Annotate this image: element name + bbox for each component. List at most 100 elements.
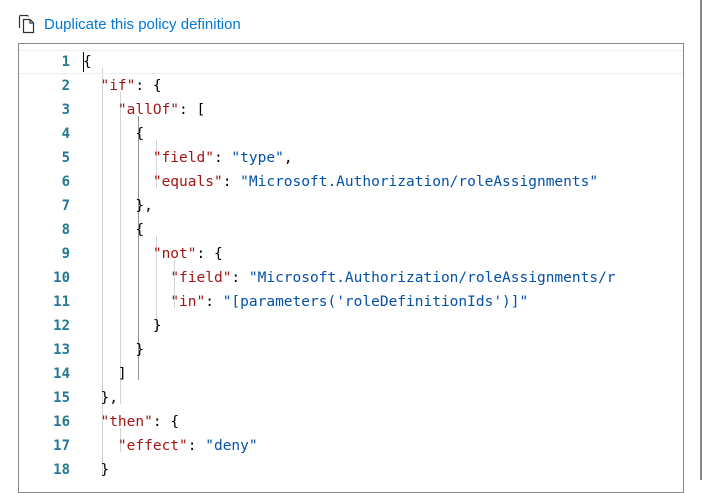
duplicate-policy-button[interactable]: Duplicate this policy definition xyxy=(18,10,241,38)
json-punctuation: }, xyxy=(135,198,153,214)
line-number: 18 xyxy=(53,462,70,478)
json-key: "in" xyxy=(170,294,206,310)
line-number: 13 xyxy=(53,342,70,358)
line-number: 2 xyxy=(61,78,70,94)
json-key: "field" xyxy=(170,270,232,286)
duplicate-policy-label: Duplicate this policy definition xyxy=(44,15,241,33)
code-line[interactable]: 13 } xyxy=(19,338,683,362)
code-text: "if": { xyxy=(83,74,162,98)
code-line[interactable]: 11 "in": "[parameters('roleDefinitionIds… xyxy=(19,290,683,314)
json-key: "if" xyxy=(100,78,136,94)
json-code-editor[interactable]: 1{2 "if": {3 "allOf": [4 {5 "field": "ty… xyxy=(18,43,684,493)
json-string: "deny" xyxy=(205,438,258,454)
code-text: "allOf": [ xyxy=(83,98,205,122)
json-punctuation: : { xyxy=(196,246,223,262)
line-number: 1 xyxy=(61,54,70,70)
code-line[interactable]: 1{ xyxy=(19,50,683,74)
code-text: "not": { xyxy=(83,242,223,266)
json-punctuation: { xyxy=(83,54,92,70)
code-line[interactable]: 4 { xyxy=(19,122,683,146)
json-punctuation: } xyxy=(152,318,162,334)
line-number: 15 xyxy=(53,390,70,406)
json-punctuation: { xyxy=(135,126,145,142)
code-line[interactable]: 10 "field": "Microsoft.Authorization/rol… xyxy=(19,266,683,290)
code-line[interactable]: 7 }, xyxy=(19,194,683,218)
text-cursor xyxy=(83,52,84,72)
line-number: 17 xyxy=(53,438,70,454)
code-line[interactable]: 9 "not": { xyxy=(19,242,683,266)
line-number: 11 xyxy=(53,294,70,310)
code-line[interactable]: 16 "then": { xyxy=(19,410,683,434)
code-line[interactable]: 5 "field": "type", xyxy=(19,146,683,170)
json-punctuation: : xyxy=(205,294,223,310)
code-line[interactable]: 14 ] xyxy=(19,362,683,386)
json-key: "allOf" xyxy=(117,102,180,118)
code-text: }, xyxy=(83,194,153,218)
json-string: "Microsoft.Authorization/roleAssignments… xyxy=(248,270,616,286)
json-string: "[parameters('roleDefinitionIds')]" xyxy=(222,294,529,310)
code-text: { xyxy=(83,122,144,146)
code-line[interactable]: 2 "if": { xyxy=(19,74,683,98)
json-punctuation: : xyxy=(213,150,232,166)
json-punctuation: , xyxy=(283,150,293,166)
line-number: 9 xyxy=(61,246,70,262)
line-number: 8 xyxy=(61,222,70,238)
line-number: 6 xyxy=(61,174,70,190)
json-punctuation: : xyxy=(222,174,241,190)
code-text: "effect": "deny" xyxy=(83,434,258,458)
code-line[interactable]: 6 "equals": "Microsoft.Authorization/rol… xyxy=(19,170,683,194)
code-line[interactable]: 3 "allOf": [ xyxy=(19,98,683,122)
json-punctuation: { xyxy=(135,222,145,238)
json-punctuation: ] xyxy=(117,366,127,382)
line-number: 10 xyxy=(53,270,70,286)
json-key: "field" xyxy=(152,150,214,166)
line-number: 12 xyxy=(53,318,70,334)
code-line[interactable]: 12 } xyxy=(19,314,683,338)
copy-icon xyxy=(18,14,36,34)
json-punctuation: : { xyxy=(135,78,162,94)
code-text: } xyxy=(83,314,162,338)
code-line[interactable]: 18 } xyxy=(19,458,683,482)
line-number: 4 xyxy=(61,126,70,142)
json-punctuation: : [ xyxy=(179,102,206,118)
code-line[interactable]: 17 "effect": "deny" xyxy=(19,434,683,458)
code-text: { xyxy=(83,50,92,74)
json-punctuation: : xyxy=(231,270,249,286)
code-line[interactable]: 15 }, xyxy=(19,386,683,410)
line-number: 16 xyxy=(53,414,70,430)
code-line[interactable]: 8 { xyxy=(19,218,683,242)
json-key: "equals" xyxy=(152,174,223,190)
code-text: "field": "type", xyxy=(83,146,293,170)
json-punctuation: }, xyxy=(100,390,118,406)
line-number: 14 xyxy=(53,366,70,382)
code-text: "equals": "Microsoft.Authorization/roleA… xyxy=(83,170,598,194)
json-string: "type" xyxy=(231,150,284,166)
code-text: } xyxy=(83,458,109,482)
code-text: ] xyxy=(83,362,127,386)
code-text: "in": "[parameters('roleDefinitionIds')]… xyxy=(83,290,528,314)
code-text: }, xyxy=(83,386,118,410)
json-key: "effect" xyxy=(117,438,188,454)
json-string: "Microsoft.Authorization/roleAssignments… xyxy=(240,174,599,190)
code-text: { xyxy=(83,218,144,242)
json-key: "not" xyxy=(152,246,197,262)
line-number: 7 xyxy=(61,198,70,214)
json-punctuation: } xyxy=(135,342,145,358)
code-text: "field": "Microsoft.Authorization/roleAs… xyxy=(83,266,616,290)
